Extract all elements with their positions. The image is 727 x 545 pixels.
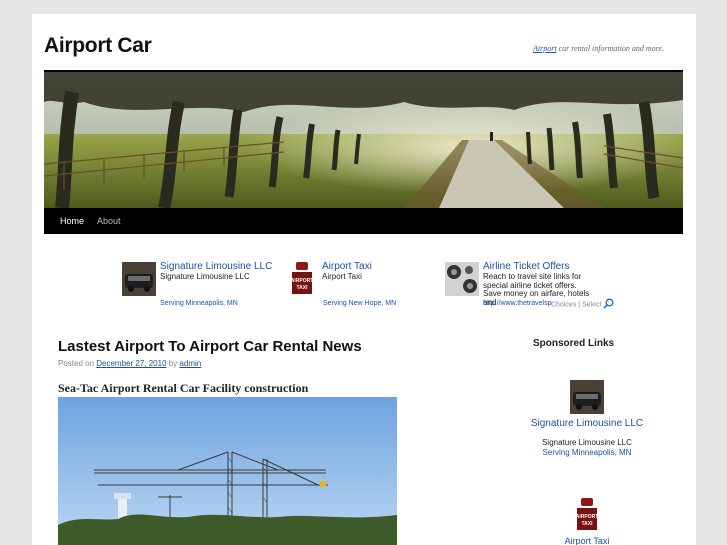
tagline-link[interactable]: Airport (533, 44, 557, 53)
top-ad-description: Signature Limousine LLC (160, 272, 250, 281)
nav-item-home[interactable]: Home (53, 208, 91, 234)
svg-text:AIRPORT: AIRPORT (576, 514, 598, 520)
ad-choices[interactable]: Choices | Select (551, 298, 614, 311)
main-navigation: Home About (44, 208, 683, 234)
site-tagline: Airport car rental information and more. (533, 44, 683, 53)
svg-text:TAXI: TAXI (296, 285, 308, 291)
svg-text:AIRPORT: AIRPORT (291, 278, 314, 284)
posted-on-label: Posted on (58, 359, 97, 368)
airport-taxi-sign-icon: AIRPORT TAXI (290, 262, 314, 296)
ad-choices-label: Choices | Select (551, 301, 602, 309)
search-icon (603, 298, 614, 311)
sidebar-ad-url[interactable]: Serving Minneapolis, MN (512, 448, 662, 457)
nav-item-about[interactable]: About (90, 208, 128, 234)
top-ad-title[interactable]: Airline Ticket Offers (483, 261, 570, 272)
limousine-thumbnail-icon (570, 380, 604, 414)
airport-taxi-sign-icon: AIRPORT TAXI (576, 498, 598, 532)
top-ad-description: Airport Taxi (322, 272, 362, 281)
post-subheading: Sea-Tac Airport Rental Car Facility cons… (58, 381, 309, 395)
airline-thumbnail-icon (445, 262, 479, 296)
sidebar-ad-title[interactable]: Airport Taxi (512, 536, 662, 545)
site-title[interactable]: Airport Car (44, 34, 152, 58)
post-title[interactable]: Lastest Airport To Airport Car Rental Ne… (58, 338, 362, 355)
sidebar-widget-title: Sponsored Links (533, 338, 615, 349)
post-author-link[interactable]: admin (179, 359, 201, 368)
post-date-link[interactable]: December 27, 2010 (96, 359, 166, 368)
top-ad-url[interactable]: Serving Minneapolis, MN (160, 300, 238, 307)
post-meta: Posted on December 27, 2010 by admin (58, 359, 201, 368)
page-container: Airport Car Airport car rental informati… (32, 14, 696, 545)
top-ad-url[interactable]: Serving New Hope, MN (323, 300, 396, 307)
sidebar-ad-description: Signature Limousine LLC (542, 438, 632, 447)
top-ad-signature-limousine[interactable]: Signature Limousine LLC Signature Limous… (122, 261, 272, 312)
top-ad-title[interactable]: Signature Limousine LLC (160, 261, 272, 272)
top-ad-title[interactable]: Airport Taxi (322, 261, 372, 272)
top-ad-airport-taxi[interactable]: AIRPORT TAXI Airport Taxi Airport Taxi Se… (290, 261, 410, 312)
tagline-text: car rental information and more. (556, 44, 664, 53)
svg-text:TAXI: TAXI (581, 521, 593, 527)
header-image (44, 72, 683, 208)
sidebar-ad-airport-taxi[interactable]: AIRPORT TAXI Airport Taxi (512, 498, 662, 545)
sidebar-ad-title[interactable]: Signature Limousine LLC (512, 418, 662, 429)
tree-lined-avenue-image (44, 72, 683, 208)
sidebar-ad-signature-limousine[interactable]: Signature Limousine LLC Signature Limous… (512, 380, 662, 457)
construction-crane-photo (58, 397, 397, 545)
by-label: by (166, 359, 180, 368)
limousine-thumbnail-icon (122, 262, 156, 296)
top-ad-url[interactable]: http://www.thetravelsp (483, 300, 551, 307)
